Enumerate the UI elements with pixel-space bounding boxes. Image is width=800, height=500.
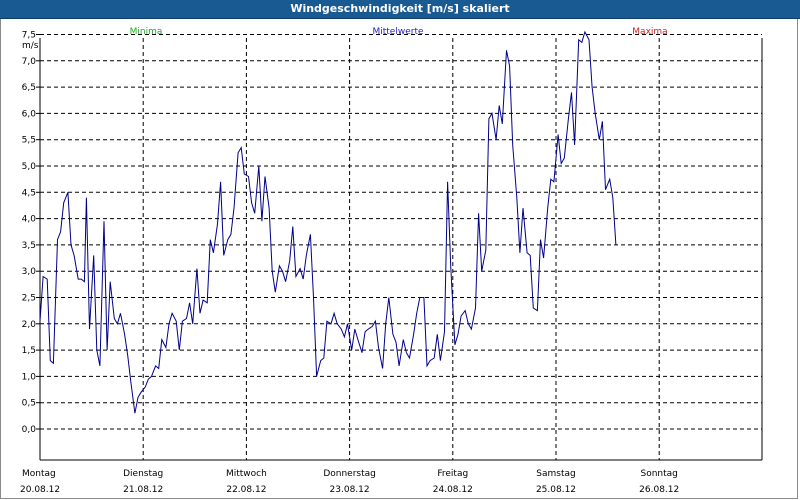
y-tick-label: 0,0 <box>22 425 37 435</box>
y-axis-ticks: 0,0 0,5 1,0 1,5 2,0 2,5 3,0 3,5 4,0 4,5 5,0 5,5 6,0 6… <box>22 31 40 435</box>
x-tick-day-label: Dienstag <box>123 469 163 479</box>
y-tick-label: 7,5 <box>22 31 36 41</box>
y-tick-label: 5,0 <box>22 162 37 172</box>
grid-lines <box>40 34 762 460</box>
y-tick-label: 2,0 <box>22 320 37 330</box>
x-tick-date-label: 23.08.12 <box>330 485 370 495</box>
y-tick-label: 7,0 <box>22 57 37 67</box>
y-tick-label: 4,0 <box>22 215 37 225</box>
y-tick-label: 3,5 <box>22 241 36 251</box>
y-tick-label: 4,5 <box>22 188 36 198</box>
x-tick-date-label: 21.08.12 <box>123 485 163 495</box>
x-tick-date-label: 25.08.12 <box>536 485 576 495</box>
legend-mittelwerte: Mittelwerte <box>372 27 423 37</box>
y-tick-label: 6,0 <box>22 109 37 119</box>
series-line-mittelwerte <box>39 30 617 414</box>
y-tick-label: 3,0 <box>22 267 37 277</box>
x-tick-day-label: Freitag <box>437 469 468 479</box>
y-axis-unit-label: m/s <box>22 41 39 51</box>
x-tick-date-label: 20.08.12 <box>20 485 60 495</box>
y-tick-label: 5,5 <box>22 136 36 146</box>
x-tick-day-label: Donnerstag <box>323 469 376 479</box>
x-tick-day-label: Sonntag <box>641 469 678 479</box>
legend-maxima: Maxima <box>632 27 667 37</box>
y-tick-label: 1,5 <box>22 346 36 356</box>
y-tick-label: 6,5 <box>22 83 36 93</box>
x-tick-day-label: Montag <box>22 469 56 479</box>
x-tick-date-label: 26.08.12 <box>639 485 679 495</box>
x-tick-day-label: Mittwoch <box>226 469 267 479</box>
y-tick-label: 1,0 <box>22 372 37 382</box>
x-tick-date-label: 24.08.12 <box>433 485 473 495</box>
y-tick-label: 0,5 <box>22 399 36 409</box>
wind-speed-chart: 0,0 0,5 1,0 1,5 2,0 2,5 3,0 3,5 4,0 4,5 5,0 5,5 6,0 6… <box>20 27 763 495</box>
x-axis-ticks: Montag 20.08.12 Dienstag 21.08.12 Mittwoch 22… <box>20 469 679 495</box>
x-tick-day-label: Samstag <box>536 469 575 479</box>
y-tick-label: 2,5 <box>22 294 36 304</box>
legend-minima: Minima <box>130 27 163 37</box>
x-tick-date-label: 22.08.12 <box>226 485 266 495</box>
